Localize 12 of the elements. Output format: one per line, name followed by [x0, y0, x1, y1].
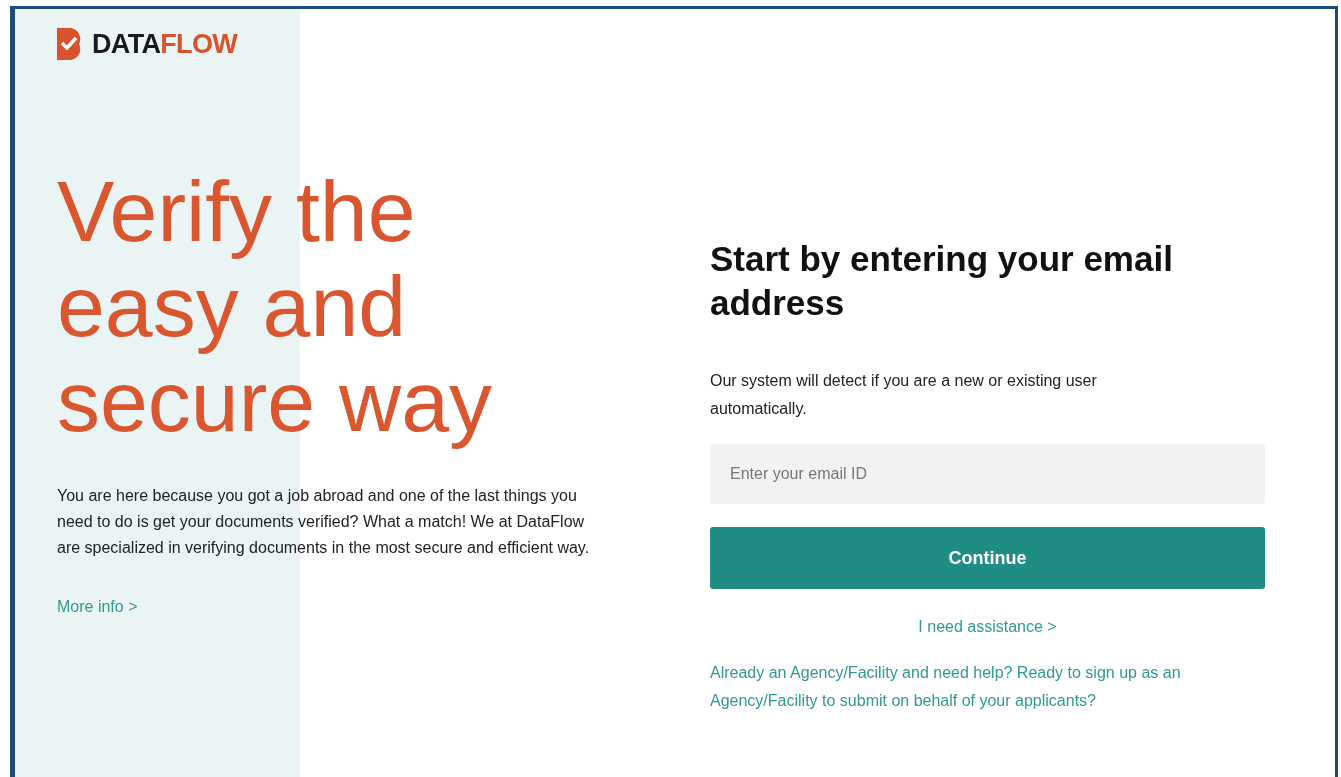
hero-headline: Verify the easy and secure way: [57, 164, 493, 449]
logo-wordmark-accent: FLOW: [160, 30, 238, 58]
continue-button[interactable]: Continue: [710, 527, 1265, 589]
logo-wordmark: DATA: [92, 30, 161, 58]
logo-icon: [57, 28, 82, 60]
form-subtitle: Our system will detect if you are a new or existing user automatically.: [710, 371, 1098, 419]
agency-help-link[interactable]: Already an Agency/Facility and need help? Ready to sign up as an Agency/Facility to submit on behalf of your applicants?: [710, 659, 1265, 715]
more-info-link[interactable]: More info >: [57, 595, 138, 619]
email-field[interactable]: Enter your email ID: [710, 444, 1265, 504]
hero-description: You are here because you got a job abroad and one of the last things you need to do is get your documents verified? What a match! We at DataFlow are specialized in verifying documents in the most secure and efficient way.: [57, 486, 591, 558]
form-title: Start by entering your email address: [710, 238, 1174, 324]
assistance-link[interactable]: I need assistance >: [918, 615, 1057, 639]
